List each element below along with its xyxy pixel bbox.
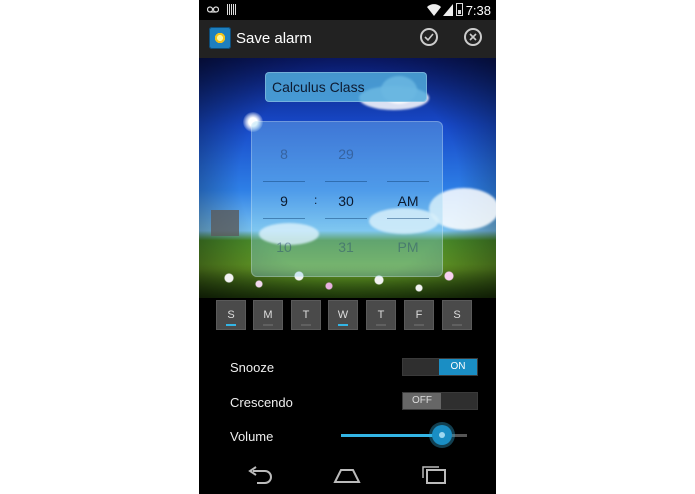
divider <box>325 181 367 182</box>
day-label: F <box>415 309 423 321</box>
day-label: S <box>453 309 461 321</box>
ampm-current[interactable]: AM <box>383 193 433 209</box>
day-indicator <box>338 324 348 326</box>
divider <box>325 218 367 219</box>
hour-next[interactable]: 10 <box>259 239 309 255</box>
crescendo-label: Crescendo <box>230 395 293 410</box>
signal-bars-icon <box>227 4 236 15</box>
day-toggle-tuesday[interactable]: T <box>291 300 321 330</box>
back-icon[interactable] <box>247 466 273 484</box>
windmill <box>211 210 239 236</box>
day-toggle-saturday[interactable]: S <box>442 300 472 330</box>
wifi-icon <box>427 4 441 16</box>
volume-slider-fill <box>341 434 442 437</box>
divider <box>263 181 305 182</box>
navigation-bar <box>199 458 496 494</box>
minute-prev[interactable]: 29 <box>321 146 371 162</box>
close-icon[interactable] <box>464 28 482 46</box>
day-indicator <box>414 324 424 326</box>
home-icon[interactable] <box>333 466 361 484</box>
status-time: 7:38 <box>465 3 491 18</box>
page-title: Save alarm <box>236 30 312 47</box>
hour-current[interactable]: 9 <box>259 193 309 209</box>
day-toggle-thursday[interactable]: T <box>366 300 396 330</box>
recent-apps-icon[interactable] <box>421 466 447 484</box>
day-toggle-friday[interactable]: F <box>404 300 434 330</box>
cell-signal-icon <box>443 4 453 16</box>
status-bar: 7:38 <box>199 0 496 20</box>
day-indicator <box>301 324 311 326</box>
time-separator: : <box>314 193 318 207</box>
volume-slider[interactable] <box>341 425 467 445</box>
day-indicator <box>376 324 386 326</box>
time-picker[interactable]: 8 9 10 : 29 30 31 AM PM <box>251 121 443 277</box>
snooze-toggle-state: ON <box>439 359 477 375</box>
ampm-spinner[interactable]: AM PM <box>383 121 433 277</box>
hour-spinner[interactable]: 8 9 10 <box>259 121 309 277</box>
phone-screen: 7:38 Save alarm Calculus Class 8 9 10 : <box>199 0 496 494</box>
snooze-label: Snooze <box>230 360 275 375</box>
crescendo-toggle[interactable]: OFF <box>402 392 478 410</box>
volume-label: Volume <box>230 429 274 444</box>
day-indicator <box>263 324 273 326</box>
app-icon[interactable] <box>209 27 231 49</box>
alarm-label-field[interactable]: Calculus Class <box>265 72 427 102</box>
day-label: S <box>227 309 235 321</box>
battery-icon <box>456 3 463 16</box>
ampm-next[interactable]: PM <box>383 239 433 255</box>
crescendo-toggle-state: OFF <box>403 393 441 409</box>
volume-slider-thumb[interactable] <box>431 425 452 445</box>
day-toggle-wednesday[interactable]: W <box>328 300 358 330</box>
voicemail-icon <box>207 6 219 13</box>
minute-current[interactable]: 30 <box>321 193 371 209</box>
day-label: W <box>337 309 349 321</box>
check-icon[interactable] <box>420 28 438 46</box>
action-bar: Save alarm <box>199 20 496 59</box>
minute-next[interactable]: 31 <box>321 239 371 255</box>
day-label: T <box>302 309 310 321</box>
divider <box>263 218 305 219</box>
snooze-toggle[interactable]: ON <box>402 358 478 376</box>
day-indicator <box>452 324 462 326</box>
hour-prev[interactable]: 8 <box>259 146 309 162</box>
day-toggle-sunday[interactable]: S <box>216 300 246 330</box>
minute-spinner[interactable]: 29 30 31 <box>321 121 371 277</box>
day-toggle-monday[interactable]: M <box>253 300 283 330</box>
divider <box>387 181 429 182</box>
day-label: M <box>263 309 273 321</box>
day-indicator <box>226 324 236 326</box>
day-label: T <box>377 309 385 321</box>
divider <box>387 218 429 219</box>
